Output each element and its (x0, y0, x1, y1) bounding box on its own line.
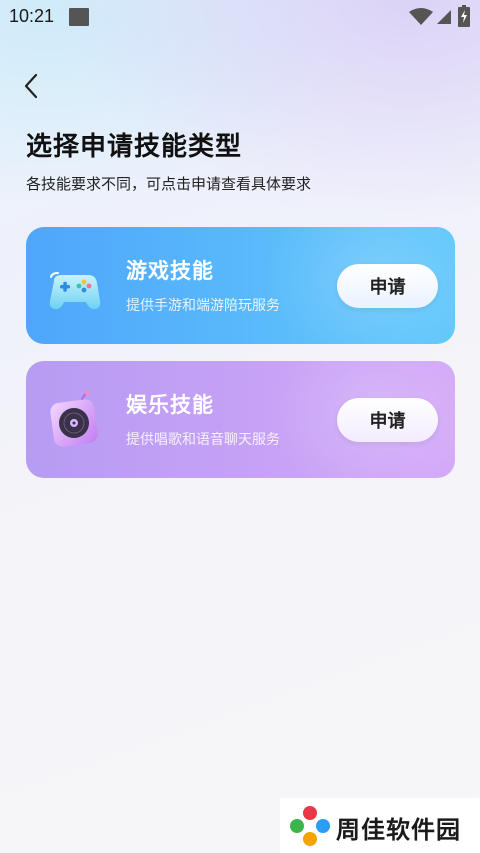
status-time: 10:21 (9, 6, 55, 26)
signal-icon (437, 10, 451, 24)
apply-entertainment-skill-button[interactable]: 申请 (337, 398, 438, 442)
page-subtitle: 各技能要求不同，可点击申请查看具体要求 (26, 175, 312, 193)
status-bar: 10:21 (0, 0, 480, 34)
gamepad-icon (49, 272, 101, 309)
card-description: 提供唱歌和语音聊天服务 (126, 432, 280, 448)
music-disc-icon (50, 391, 98, 447)
wifi-icon (409, 8, 433, 25)
game-skill-card[interactable]: 游戏技能 提供手游和端游陪玩服务 申请 (26, 227, 455, 344)
entertainment-skill-card[interactable]: 娱乐技能 提供唱歌和语音聊天服务 申请 (26, 361, 455, 478)
apply-game-skill-button[interactable]: 申请 (337, 264, 438, 308)
watermark: 周佳软件园 (280, 798, 480, 853)
page-title: 选择申请技能类型 (26, 132, 243, 162)
card-description: 提供手游和端游陪玩服务 (126, 298, 280, 314)
card-title: 游戏技能 (126, 259, 214, 283)
card-title: 娱乐技能 (126, 393, 214, 417)
pinwheel-logo-icon (290, 806, 330, 846)
back-arrow-icon[interactable] (18, 70, 46, 102)
notification-icon (69, 8, 89, 26)
battery-charging-icon (458, 5, 470, 27)
watermark-text: 周佳软件园 (336, 817, 461, 844)
